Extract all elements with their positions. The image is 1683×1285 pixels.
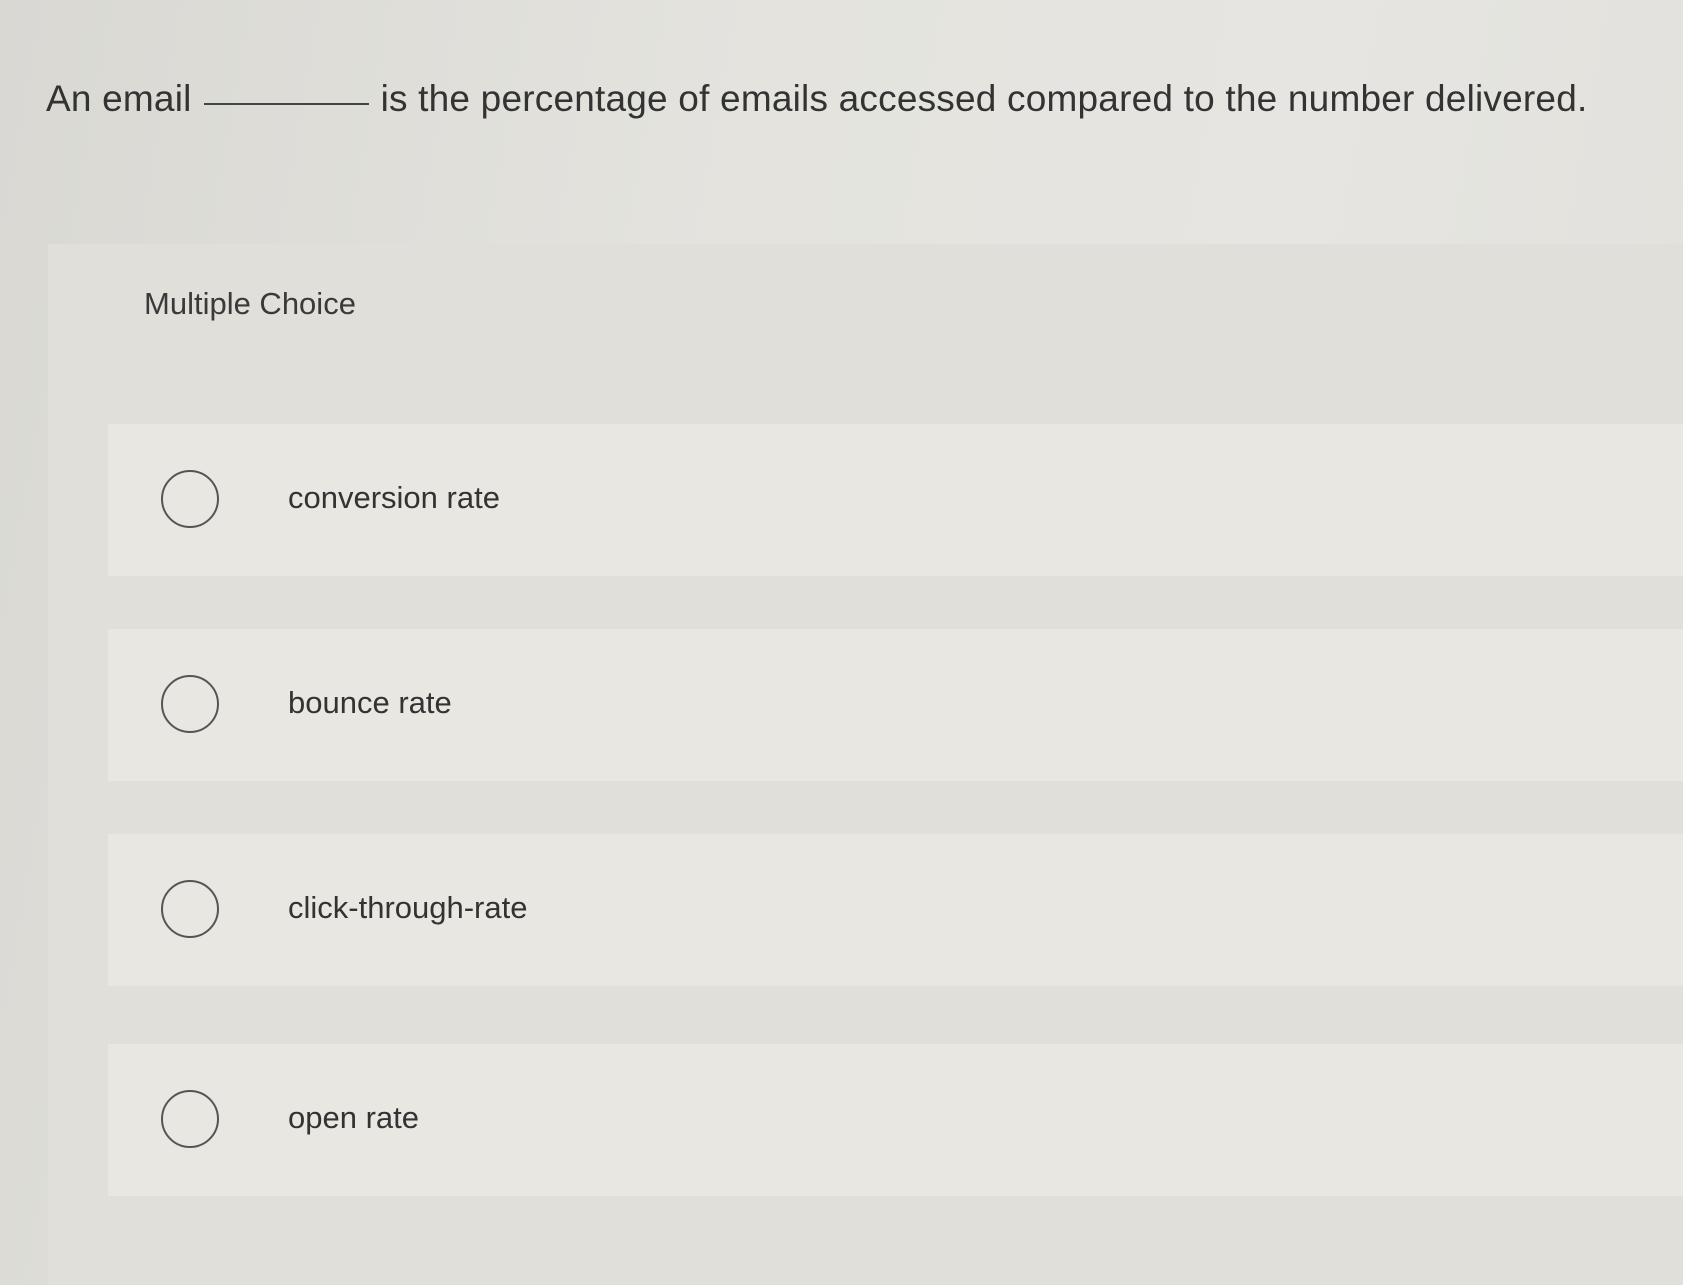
option-bounce-rate[interactable]: bounce rate (108, 629, 1683, 781)
question-prefix: An email (46, 78, 192, 119)
radio-button-icon[interactable] (161, 880, 219, 938)
answer-blank (203, 103, 369, 105)
question-text: An email is the percentage of emails acce… (46, 78, 1587, 120)
question-suffix: is the percentage of emails accessed com… (380, 78, 1588, 119)
option-label: open rate (288, 1100, 419, 1135)
option-label: click-through-rate (288, 890, 528, 925)
option-conversion-rate[interactable]: conversion rate (108, 424, 1683, 576)
option-open-rate[interactable]: open rate (108, 1044, 1683, 1196)
option-label: bounce rate (288, 685, 452, 720)
radio-button-icon[interactable] (161, 1090, 219, 1148)
radio-button-icon[interactable] (161, 675, 219, 733)
option-click-through-rate[interactable]: click-through-rate (108, 834, 1683, 986)
option-label: conversion rate (288, 480, 500, 515)
radio-button-icon[interactable] (161, 470, 219, 528)
multiple-choice-panel: Multiple Choice conversion rate bounce r… (48, 244, 1683, 1285)
question-type-label: Multiple Choice (144, 286, 356, 321)
